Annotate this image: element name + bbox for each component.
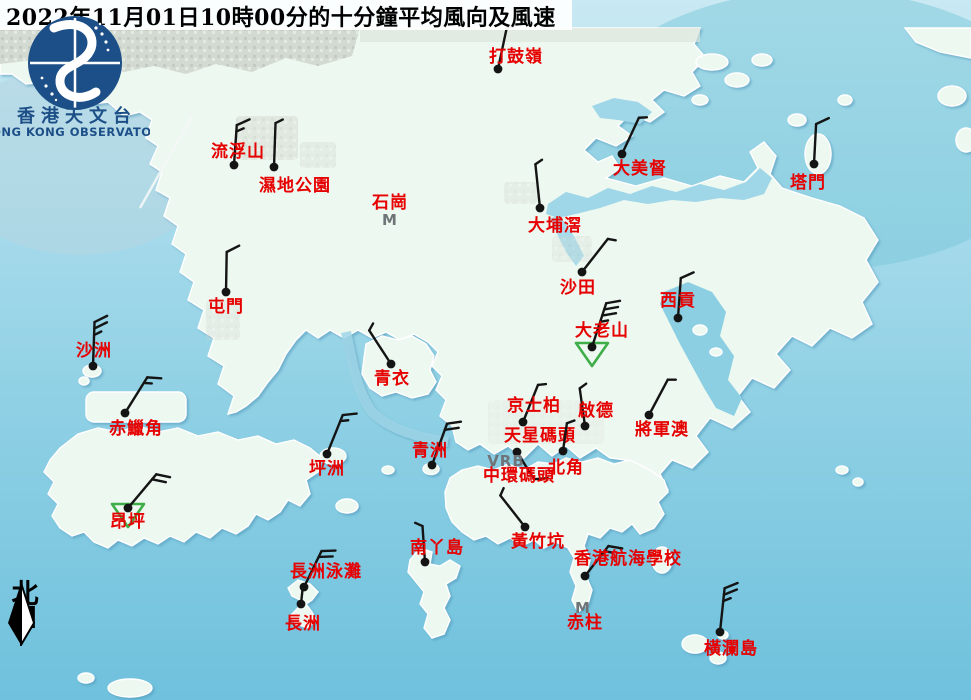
- wind-barb-shaft: [274, 123, 276, 167]
- wind-barb-tick: [340, 420, 348, 421]
- wind-barb-tick: [147, 377, 161, 378]
- landmass-ne-islet-1: [938, 86, 966, 106]
- station-dot: [300, 583, 309, 592]
- station-dot: [618, 150, 627, 159]
- station-label: 長洲泳灘: [290, 561, 362, 582]
- landmass-soko-west: [78, 673, 94, 683]
- landmass-kau-sai-chau: [693, 325, 707, 335]
- north-compass: 北 N: [6, 582, 44, 632]
- station-label: 北角: [548, 457, 584, 478]
- hko-logo-name-en: HONG KONG OBSERVATORY: [0, 125, 150, 139]
- station-note: M: [382, 211, 398, 229]
- station-label: 長洲: [285, 614, 321, 634]
- urban-sha-tin: [552, 236, 592, 262]
- station-dot: [716, 628, 725, 637]
- landmass-double-haven-islet: [692, 95, 708, 105]
- station-label: 將軍澳: [635, 419, 689, 440]
- station-label: 屯門: [208, 296, 244, 317]
- station-label: 坪洲: [309, 459, 345, 479]
- station-label: 青洲: [412, 440, 448, 461]
- station-dot: [521, 523, 530, 532]
- station-dot: [578, 268, 587, 277]
- landmass-shelter-island: [710, 348, 722, 356]
- wind-barb-tick: [343, 414, 357, 415]
- station-label: 打鼓嶺: [489, 46, 543, 67]
- station-dot: [89, 362, 98, 371]
- landmass-grass-island: [788, 114, 806, 126]
- landmass-tap-mun: [805, 134, 831, 174]
- station-dot: [581, 422, 590, 431]
- station-label: 塔門: [790, 172, 826, 193]
- urban-yuen-long: [300, 142, 336, 168]
- wind-barb-shaft: [226, 252, 227, 292]
- station-label: 南丫島: [410, 537, 464, 558]
- station-label: 香港航海學校: [574, 548, 682, 569]
- north-arrow-icon: [6, 582, 36, 646]
- station-label: 大美督: [613, 158, 667, 179]
- station-note: M: [575, 599, 591, 617]
- station-label: 黃竹坑: [510, 531, 565, 552]
- landmass-ne-islet-2: [956, 128, 971, 152]
- station-dot: [674, 314, 683, 323]
- hko-logo: 香港天文台 HONG KONG OBSERVATORY: [0, 0, 150, 140]
- wind-barb-tick: [144, 383, 152, 384]
- station-dot: [645, 411, 654, 420]
- wind-barb-tick: [538, 384, 546, 385]
- landmass-kat-o: [696, 54, 728, 70]
- landmass-ap-chau: [752, 54, 772, 66]
- station-label: 西貢: [660, 291, 696, 311]
- hk-wind-map-screenshot: 打鼓嶺流浮山濕地公園石崗M大美督塔門大埔滘屯門沙田西貢大老山沙洲赤鱲角青衣坪洲青…: [0, 0, 971, 700]
- station-dot: [588, 343, 597, 352]
- station-dot: [559, 447, 568, 456]
- station-dot: [222, 288, 231, 297]
- station-dot: [121, 409, 130, 418]
- urban-tai-po: [504, 182, 538, 204]
- station-dot: [581, 572, 590, 581]
- station-label: 大埔滘: [528, 215, 582, 236]
- landmass-kau-yi-chau: [382, 466, 394, 474]
- station-label: 青衣: [374, 368, 410, 389]
- wind-barb-tick: [608, 239, 616, 240]
- station-dot: [810, 160, 819, 169]
- landmass-sha-chau-south: [79, 377, 89, 385]
- station-label: 橫瀾島: [704, 638, 758, 659]
- station-dot: [297, 600, 306, 609]
- station-label: 京士柏: [507, 395, 561, 416]
- hko-logo-name-cn: 香港天文台: [16, 105, 137, 127]
- station-label: 大老山: [575, 320, 629, 341]
- landmass-crooked-island: [725, 73, 749, 87]
- landmass-ninepin-1: [836, 466, 848, 474]
- station-dot: [270, 163, 279, 172]
- landmass-soko-islands: [108, 679, 152, 697]
- station-dot: [387, 360, 396, 369]
- station-dot: [428, 461, 437, 470]
- landmass-hei-ling-chau: [336, 499, 358, 513]
- station-dot: [421, 558, 430, 567]
- station-label: 石崗: [371, 193, 408, 213]
- station-label: 啟德: [578, 400, 614, 421]
- station-label: 赤鱲角: [109, 418, 163, 439]
- station-label: 沙洲: [76, 341, 112, 361]
- landmass-port-island: [838, 95, 852, 105]
- station-dot: [323, 450, 332, 459]
- landmass-ninepin-2: [853, 478, 863, 486]
- station-label: 流浮山: [211, 141, 265, 162]
- station-label: 沙田: [560, 278, 596, 298]
- station-label: 昂坪: [110, 512, 146, 532]
- station-dot: [536, 204, 545, 213]
- station-label: 濕地公園: [259, 175, 331, 196]
- station-note: VRB: [487, 452, 525, 470]
